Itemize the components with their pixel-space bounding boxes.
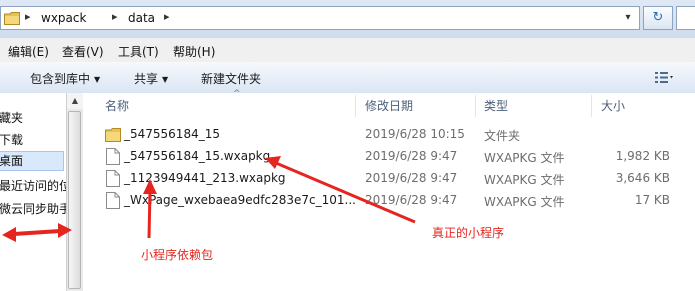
chevron-down-icon: ▼ — [162, 75, 169, 84]
nav-item-desktop[interactable]: 桌面 — [0, 151, 64, 171]
file-name: _WxPage_wxebaea9edfc283e7c_101... — [124, 193, 356, 207]
view-options-icon[interactable] — [655, 71, 673, 84]
column-divider[interactable] — [355, 95, 356, 117]
menu-view[interactable]: 查看(V) — [62, 43, 104, 60]
share-button[interactable]: 共享 ▼ — [134, 70, 168, 87]
file-name: _547556184_15.wxapkg — [124, 149, 271, 163]
breadcrumb-separator[interactable]: ▸ — [25, 10, 31, 23]
file-name: _1123949441_213.wxapkg — [124, 171, 286, 185]
folder-icon — [4, 12, 20, 25]
include-in-library-button[interactable]: 包含到库中 ▼ — [30, 70, 100, 87]
chevron-down-icon: ▼ — [94, 75, 101, 84]
scroll-up-icon[interactable]: ▲ — [67, 93, 83, 109]
file-type: WXAPKG 文件 — [484, 195, 565, 209]
nav-item-favorites[interactable]: 藏夹 — [0, 109, 23, 126]
file-modified: 2019/6/28 9:47 — [365, 149, 458, 163]
menu-tools[interactable]: 工具(T) — [118, 43, 159, 60]
refresh-button[interactable]: ↻ — [643, 6, 673, 30]
folder-icon — [105, 128, 121, 142]
file-type: 文件夹 — [484, 129, 521, 143]
file-size: 17 KB — [634, 193, 670, 207]
menu-bar: 编辑(E) 查看(V) 工具(T) 帮助(H) — [0, 38, 695, 63]
file-type: WXAPKG 文件 — [484, 151, 565, 165]
share-label: 共享 — [134, 72, 159, 86]
file-row[interactable]: _WxPage_wxebaea9edfc283e7c_101... 2019/6/… — [93, 190, 695, 212]
breadcrumb-separator[interactable]: ▸ — [164, 10, 170, 23]
menu-help[interactable]: 帮助(H) — [173, 43, 215, 60]
file-row[interactable]: _547556184_15.wxapkg 2019/6/28 9:47 WXAPKG… — [93, 146, 695, 168]
column-divider[interactable] — [475, 95, 476, 117]
scrollbar-thumb[interactable] — [68, 111, 81, 289]
file-modified: 2019/6/28 9:47 — [365, 171, 458, 185]
file-name: _547556184_15 — [124, 127, 220, 141]
column-header-modified[interactable]: 修改日期 — [365, 93, 413, 119]
file-row[interactable]: _547556184_15 2019/6/28 10:15 文件夹 — [93, 124, 695, 146]
file-icon — [106, 192, 120, 209]
file-modified: 2019/6/28 10:15 — [365, 127, 465, 141]
search-input[interactable] — [676, 6, 695, 30]
menu-edit[interactable]: 编辑(E) — [8, 43, 49, 60]
address-toolbar: ▸ wxpack ▸ data ▸ ▾ ↻ — [0, 0, 695, 39]
sort-indicator-icon: ^ — [233, 89, 241, 99]
column-divider[interactable] — [591, 95, 592, 117]
file-row[interactable]: _1123949441_213.wxapkg 2019/6/28 9:47 WXAP… — [93, 168, 695, 190]
nav-item-recent-places[interactable]: 最近访问的位 — [0, 177, 71, 194]
address-history-dropdown-icon[interactable]: ▾ — [621, 9, 635, 27]
column-header-type[interactable]: 类型 — [484, 93, 508, 119]
command-bar: 包含到库中 ▼ 共享 ▼ 新建文件夹 — [0, 62, 695, 94]
nav-item-weiyun-sync[interactable]: 微云同步助手 — [0, 200, 71, 217]
navigation-scrollbar[interactable]: ▲ — [66, 93, 83, 291]
file-icon — [106, 170, 120, 187]
file-icon — [106, 148, 120, 165]
navigation-pane: 藏夹 下载 桌面 最近访问的位 微云同步助手 — [0, 93, 71, 291]
annotation-dependency-label: 小程序依赖包 — [141, 248, 214, 262]
file-modified: 2019/6/28 9:47 — [365, 193, 458, 207]
file-size: 1,982 KB — [615, 149, 670, 163]
nav-item-downloads[interactable]: 下载 — [0, 131, 23, 148]
breadcrumb-data[interactable]: data — [128, 11, 155, 25]
include-in-library-label: 包含到库中 — [30, 72, 91, 86]
address-bar[interactable]: ▸ wxpack ▸ data ▸ ▾ — [0, 6, 640, 30]
file-type: WXAPKG 文件 — [484, 173, 565, 187]
annotation-real-mini-program-label: 真正的小程序 — [432, 226, 505, 240]
file-size: 3,646 KB — [615, 171, 670, 185]
breadcrumb-wxpack[interactable]: wxpack — [41, 11, 86, 25]
breadcrumb-separator[interactable]: ▸ — [112, 10, 118, 23]
column-header-name[interactable]: 名称 — [105, 93, 129, 119]
column-header-size[interactable]: 大小 — [601, 93, 625, 119]
new-folder-button[interactable]: 新建文件夹 — [201, 70, 261, 87]
